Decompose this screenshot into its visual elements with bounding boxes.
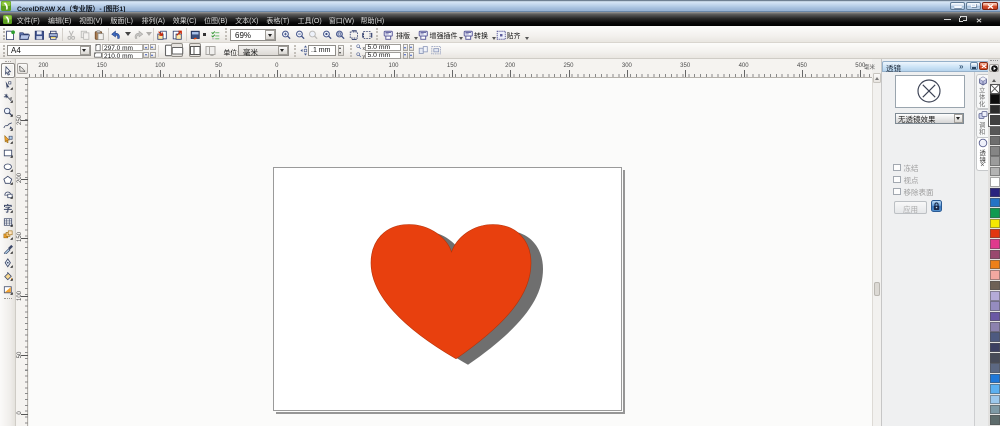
svg-text:字: 字 [3, 203, 12, 213]
